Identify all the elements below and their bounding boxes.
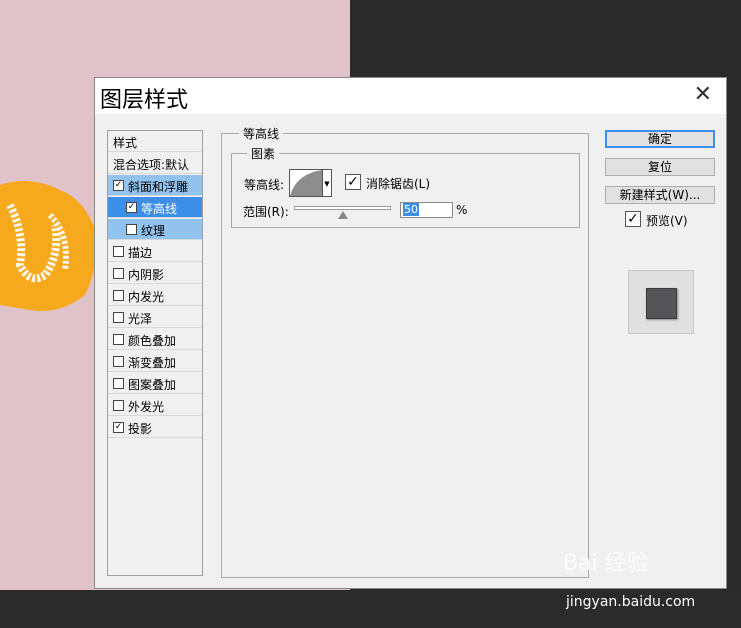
dialog-titlebar: 图层样式 ✕ bbox=[95, 78, 726, 114]
checkbox-icon[interactable] bbox=[113, 246, 124, 257]
chevron-down-icon[interactable]: ▼ bbox=[323, 169, 332, 197]
canvas-artwork bbox=[0, 181, 97, 311]
blend-options-item[interactable]: 混合选项:默认 bbox=[108, 153, 202, 174]
style-item-drop-shadow[interactable]: ✓ 投影 bbox=[108, 417, 202, 438]
antialias-label[interactable]: 消除锯齿(L) bbox=[366, 175, 430, 192]
checkbox-icon[interactable] bbox=[126, 224, 137, 235]
dialog-title: 图层样式 bbox=[100, 88, 189, 113]
style-item-bevel-emboss[interactable]: ✓ 斜面和浮雕 bbox=[108, 175, 202, 196]
style-item-inner-shadow[interactable]: 内阴影 bbox=[108, 263, 202, 284]
checkbox-icon[interactable] bbox=[113, 356, 124, 367]
contour-label: 等高线: bbox=[244, 178, 285, 192]
style-item-satin[interactable]: 光泽 bbox=[108, 307, 202, 328]
style-item-contour[interactable]: ✓ 等高线 bbox=[108, 197, 202, 218]
new-style-button[interactable]: 新建样式(W)... bbox=[605, 186, 715, 204]
checkbox-icon[interactable] bbox=[113, 268, 124, 279]
range-slider-thumb[interactable] bbox=[338, 211, 348, 219]
watermark-url: jingyan.baidu.com bbox=[566, 594, 696, 610]
close-icon[interactable]: ✕ bbox=[694, 84, 712, 106]
range-input[interactable]: 50 bbox=[400, 202, 453, 218]
checkbox-icon[interactable]: ✓ bbox=[113, 180, 124, 191]
style-item-stroke[interactable]: 描边 bbox=[108, 241, 202, 262]
checkbox-icon[interactable] bbox=[113, 290, 124, 301]
style-item-color-overlay[interactable]: 颜色叠加 bbox=[108, 329, 202, 350]
range-slider-track[interactable] bbox=[294, 206, 391, 210]
baidu-watermark-logo: Bai 经验 bbox=[563, 551, 649, 576]
reset-button[interactable]: 复位 bbox=[605, 158, 715, 176]
preview-checkbox[interactable]: ✓ bbox=[625, 211, 641, 227]
checkbox-icon[interactable]: ✓ bbox=[126, 202, 137, 213]
style-item-pattern-overlay[interactable]: 图案叠加 bbox=[108, 373, 202, 394]
contour-curve-picker[interactable] bbox=[289, 169, 323, 197]
checkbox-icon[interactable] bbox=[113, 400, 124, 411]
style-preview-thumbnail bbox=[628, 270, 694, 334]
styles-list: 样式 混合选项:默认 ✓ 斜面和浮雕 ✓ 等高线 纹理 描边 内阴影 内发光 光… bbox=[107, 130, 203, 576]
antialias-checkbox[interactable]: ✓ bbox=[345, 174, 361, 190]
ok-button[interactable]: 确定 bbox=[605, 130, 715, 148]
range-label: 范围(R): bbox=[243, 205, 289, 219]
styles-list-header: 样式 bbox=[108, 131, 202, 152]
checkbox-icon[interactable] bbox=[113, 378, 124, 389]
contour-group-title: 等高线 bbox=[239, 125, 284, 142]
style-item-gradient-overlay[interactable]: 渐变叠加 bbox=[108, 351, 202, 372]
layer-style-dialog: 图层样式 ✕ 样式 混合选项:默认 ✓ 斜面和浮雕 ✓ 等高线 纹理 描边 内阴… bbox=[94, 77, 727, 589]
style-item-outer-glow[interactable]: 外发光 bbox=[108, 395, 202, 416]
checkbox-icon[interactable] bbox=[113, 334, 124, 345]
range-unit: % bbox=[456, 203, 468, 217]
checkbox-icon[interactable] bbox=[113, 312, 124, 323]
preview-label[interactable]: 预览(V) bbox=[646, 212, 688, 229]
style-preview-swatch bbox=[646, 288, 677, 319]
elements-subgroup-title: 图素 bbox=[247, 145, 280, 162]
style-item-texture[interactable]: 纹理 bbox=[108, 219, 202, 240]
contour-curve-icon bbox=[290, 170, 322, 196]
checkbox-icon[interactable]: ✓ bbox=[113, 422, 124, 433]
dialog-body: 样式 混合选项:默认 ✓ 斜面和浮雕 ✓ 等高线 纹理 描边 内阴影 内发光 光… bbox=[95, 114, 726, 588]
style-item-inner-glow[interactable]: 内发光 bbox=[108, 285, 202, 306]
